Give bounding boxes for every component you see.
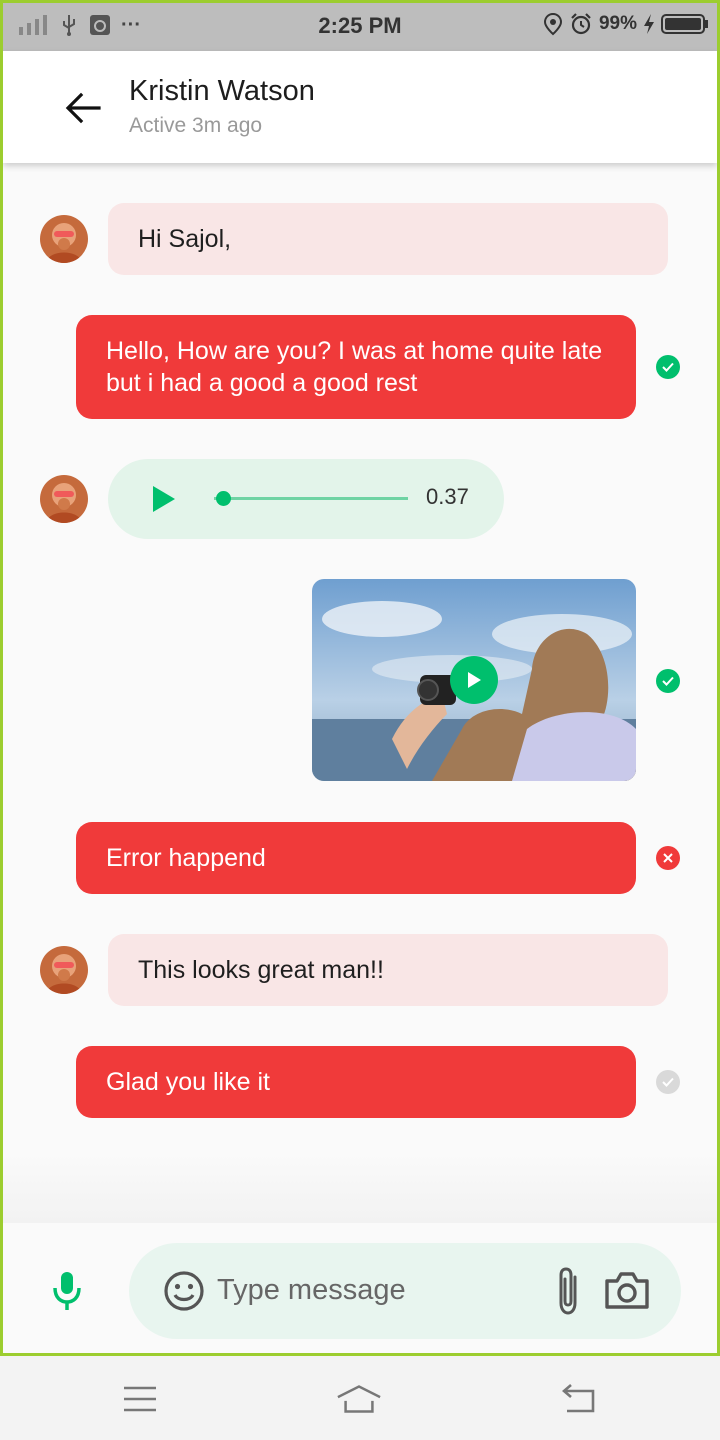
check-icon: [662, 362, 674, 372]
battery-icon: [661, 14, 708, 34]
audio-duration: 0.37: [426, 484, 469, 509]
audio-progress-handle[interactable]: [215, 491, 231, 506]
incoming-message-bubble[interactable]: This looks great man!!: [108, 934, 668, 1006]
message-text: Glad you like it: [106, 1068, 270, 1096]
check-icon: [662, 1077, 674, 1087]
alarm-icon: [571, 13, 591, 35]
incoming-message-bubble[interactable]: Hi Sajol,: [108, 203, 668, 275]
contact-status: Active 3m ago: [129, 114, 263, 137]
battery-percent: 99%: [598, 13, 637, 34]
nav-home-button[interactable]: [336, 1380, 382, 1418]
audio-message-bubble: 0.37: [108, 459, 504, 539]
message-sent-indicator: [656, 1070, 680, 1094]
camera-button[interactable]: [603, 1269, 651, 1313]
voice-record-button[interactable]: [47, 1269, 87, 1313]
video-play-button[interactable]: [450, 656, 498, 704]
status-bar: ··· 2:25 PM 99%: [3, 3, 717, 51]
contact-avatar[interactable]: [40, 946, 88, 994]
nav-menu-button[interactable]: [117, 1380, 163, 1418]
message-text: Hello, How are you? I was at home quite …: [106, 337, 603, 397]
message-input-container: [129, 1243, 681, 1339]
camera-icon: [605, 1272, 649, 1309]
emoji-button[interactable]: [163, 1270, 205, 1312]
system-nav-bar: [0, 1356, 720, 1440]
message-text: This looks great man!!: [138, 956, 384, 984]
back-nav-icon: [562, 1384, 595, 1413]
chat-header: Kristin Watson Active 3m ago: [3, 51, 717, 163]
contact-avatar[interactable]: [40, 215, 88, 263]
check-icon: [662, 676, 674, 686]
nav-back-button[interactable]: [556, 1380, 602, 1418]
emoji-icon: [164, 1271, 204, 1311]
contact-name: Kristin Watson: [129, 75, 315, 107]
message-input-bar: [3, 1223, 717, 1353]
outgoing-message-bubble[interactable]: Hello, How are you? I was at home quite …: [76, 315, 636, 419]
message-error-indicator[interactable]: [656, 846, 680, 870]
attach-button[interactable]: [553, 1265, 585, 1317]
audio-progress-track[interactable]: [214, 497, 408, 500]
video-message[interactable]: [312, 579, 636, 781]
menu-icon: [124, 1386, 156, 1412]
back-button[interactable]: [57, 85, 109, 131]
arrow-left-icon: [65, 92, 101, 124]
location-icon: [543, 12, 562, 36]
message-input[interactable]: [217, 1267, 517, 1313]
message-viewed-indicator: [656, 669, 680, 693]
play-icon: [153, 486, 175, 512]
message-viewed-indicator: [656, 355, 680, 379]
contact-avatar[interactable]: [40, 475, 88, 523]
audio-play-button[interactable]: [148, 483, 180, 515]
home-icon: [337, 1385, 381, 1413]
play-icon: [468, 672, 481, 688]
close-icon: [663, 853, 673, 863]
charging-icon: [644, 14, 654, 34]
message-text: Error happend: [106, 844, 266, 872]
app-frame: ··· 2:25 PM 99% Kristin Watson Active 3m…: [0, 0, 720, 1356]
outgoing-message-bubble[interactable]: Glad you like it: [76, 1046, 636, 1118]
message-text: Hi Sajol,: [138, 225, 232, 253]
outgoing-message-bubble[interactable]: Error happend: [76, 822, 636, 894]
mic-icon: [53, 1272, 81, 1310]
paperclip-icon: [559, 1267, 577, 1315]
list-bottom-fade: [3, 1153, 717, 1223]
status-right-icons: 99%: [543, 12, 709, 36]
